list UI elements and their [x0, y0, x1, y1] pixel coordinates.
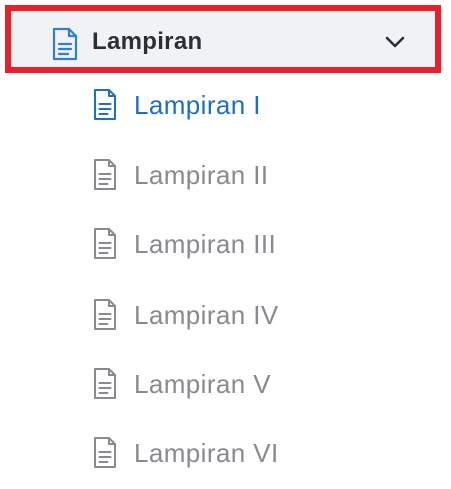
document-icon: [94, 159, 116, 190]
document-icon: [94, 89, 116, 120]
menu-item-label: Lampiran II: [134, 160, 269, 190]
document-icon: [94, 228, 116, 259]
document-icon: [94, 437, 116, 468]
menu-item-lampiran-ii[interactable]: Lampiran II: [90, 156, 390, 196]
lampiran-section-header[interactable]: Lampiran: [5, 5, 441, 73]
menu-item-label: Lampiran III: [134, 229, 277, 259]
menu-item-lampiran-iii[interactable]: Lampiran III: [90, 225, 390, 265]
menu-item-label: Lampiran VI: [134, 438, 279, 468]
document-icon: [52, 27, 78, 61]
section-title: Lampiran: [92, 28, 203, 55]
lampiran-menu: Lampiran Lampiran I Lampiran II Lampiran…: [0, 0, 451, 489]
chevron-down-icon[interactable]: [384, 35, 406, 49]
menu-item-lampiran-vi[interactable]: Lampiran VI: [90, 434, 390, 474]
menu-item-lampiran-iv[interactable]: Lampiran IV: [90, 296, 390, 336]
document-icon: [94, 299, 116, 330]
menu-item-label: Lampiran IV: [134, 300, 279, 330]
menu-item-label: Lampiran I: [134, 90, 261, 120]
menu-item-label: Lampiran V: [134, 369, 271, 399]
menu-item-lampiran-i[interactable]: Lampiran I: [90, 86, 390, 126]
menu-item-lampiran-v[interactable]: Lampiran V: [90, 365, 390, 405]
document-icon: [94, 368, 116, 399]
